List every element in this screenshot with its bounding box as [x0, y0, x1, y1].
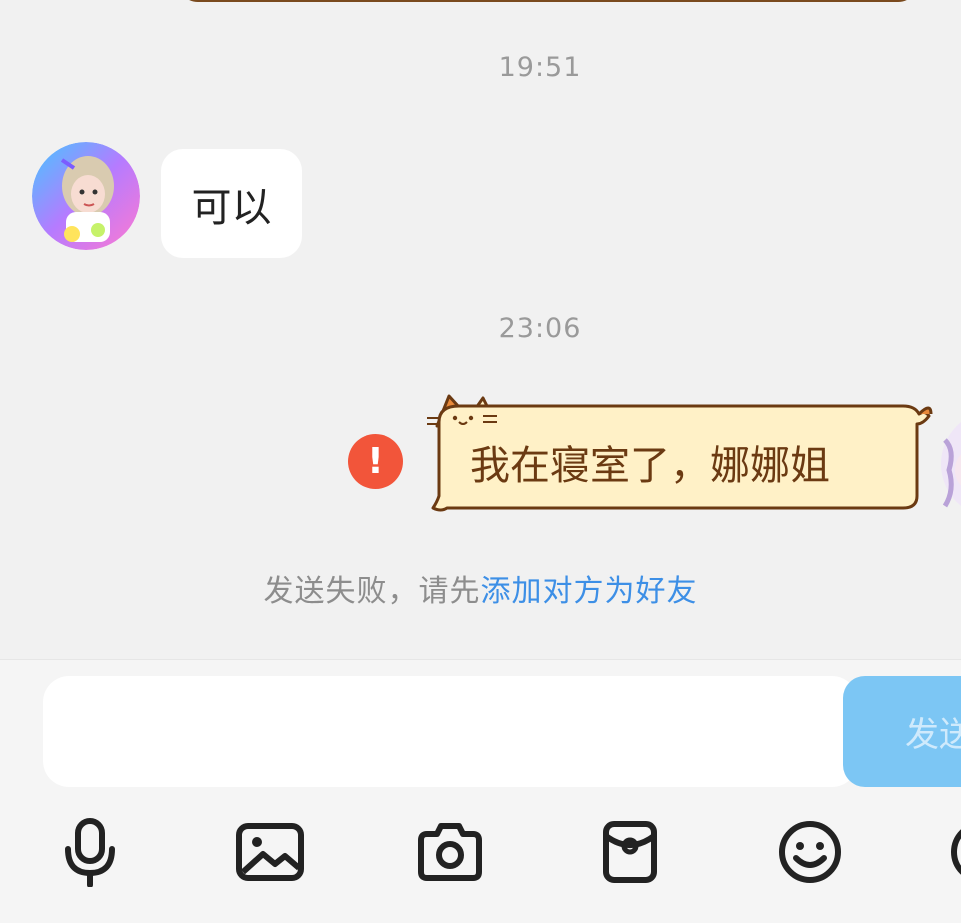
timestamp: 19:51 — [0, 52, 961, 83]
timestamp-text: 23:06 — [498, 313, 582, 344]
timestamp-text: 19:51 — [498, 52, 582, 83]
more-icon[interactable] — [950, 812, 961, 892]
send-button-label: 发送 — [905, 715, 961, 755]
send-failed-text: 发送失败，请先 — [263, 574, 481, 609]
incoming-message-bubble[interactable]: 可以 — [161, 149, 302, 258]
timestamp: 23:06 — [0, 313, 961, 344]
outgoing-message-text: 我在寝室了，娜娜姐 — [470, 443, 830, 489]
send-failed-notice: 发送失败，请先添加对方为好友 — [0, 566, 961, 610]
microphone-icon[interactable] — [50, 812, 130, 892]
incoming-message-text: 可以 — [191, 184, 272, 231]
previous-message-bubble[interactable] — [178, 0, 918, 2]
camera-icon[interactable] — [410, 812, 490, 892]
message-input[interactable] — [43, 676, 858, 787]
image-icon[interactable] — [230, 812, 310, 892]
add-friend-link[interactable]: 添加对方为好友 — [481, 574, 698, 609]
my-avatar[interactable] — [941, 410, 961, 518]
emoji-icon[interactable] — [770, 812, 850, 892]
contact-avatar[interactable] — [32, 142, 140, 250]
red-packet-icon[interactable] — [590, 812, 670, 892]
resend-error-icon[interactable]: ! — [348, 434, 403, 489]
send-button[interactable]: 发送 — [843, 676, 961, 787]
